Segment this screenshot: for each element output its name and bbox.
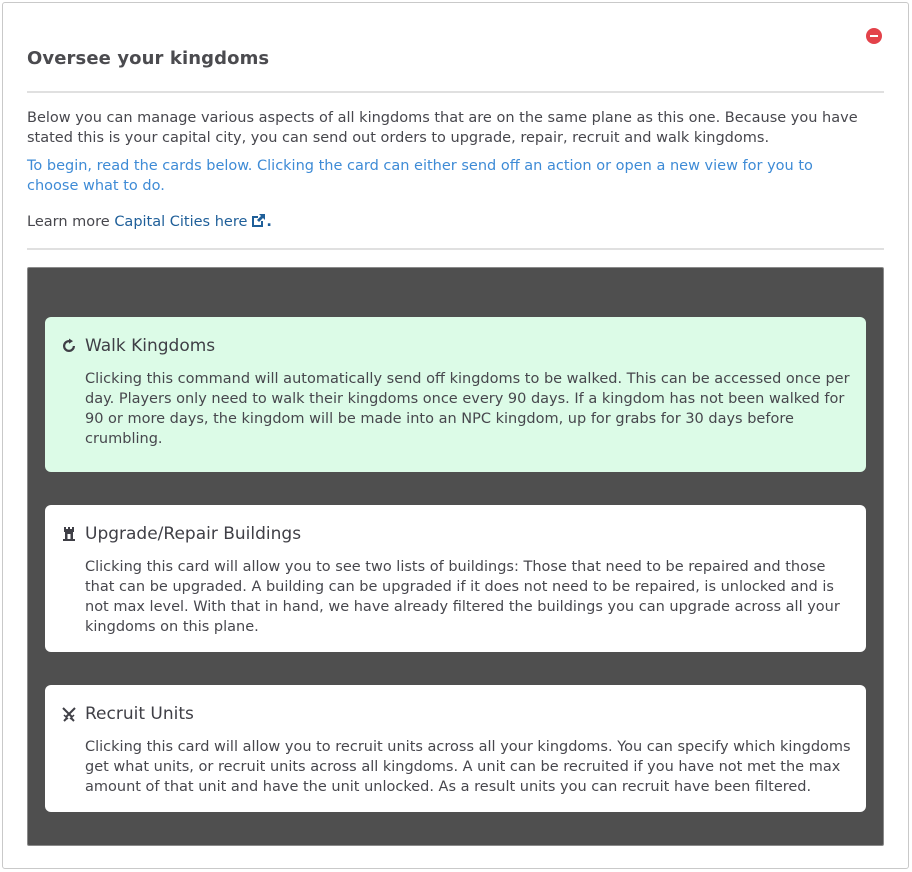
- capital-cities-link-label: Capital Cities here: [114, 214, 248, 230]
- learn-more-prefix: Learn more: [27, 214, 115, 230]
- divider: [27, 91, 884, 93]
- learn-more-suffix: .: [266, 214, 272, 230]
- close-icon[interactable]: [866, 28, 882, 44]
- refresh-icon: [61, 338, 77, 354]
- crossed-swords-icon: [61, 706, 77, 722]
- learn-more: Learn more Capital Cities here.: [27, 212, 272, 235]
- card-header: Upgrade/Repair Buildings: [61, 523, 301, 545]
- hint-text: To begin, read the cards below. Clicking…: [27, 158, 813, 194]
- recruit-units-card[interactable]: Recruit Units Clicking this card will al…: [45, 685, 866, 812]
- upgrade-repair-buildings-card[interactable]: Upgrade/Repair Buildings Clicking this c…: [45, 505, 866, 652]
- external-link-icon: [250, 213, 266, 235]
- intro-text: Below you can manage various aspects of …: [27, 110, 858, 146]
- card-header: Walk Kingdoms: [61, 335, 215, 357]
- card-header: Recruit Units: [61, 703, 194, 725]
- card-description: Clicking this command will automatically…: [85, 371, 850, 447]
- tower-icon: [61, 526, 77, 542]
- card-title: Upgrade/Repair Buildings: [85, 524, 302, 544]
- divider: [27, 248, 884, 250]
- card-description: Clicking this card will allow you to see…: [85, 559, 840, 635]
- modal-title: Oversee your kingdoms: [27, 48, 270, 69]
- walk-kingdoms-card[interactable]: Walk Kingdoms Clicking this command will…: [45, 317, 866, 472]
- card-title: Walk Kingdoms: [85, 336, 216, 356]
- card-description: Clicking this card will allow you to rec…: [85, 739, 851, 795]
- card-title: Recruit Units: [85, 704, 194, 724]
- capital-cities-link[interactable]: Capital Cities here: [114, 214, 266, 230]
